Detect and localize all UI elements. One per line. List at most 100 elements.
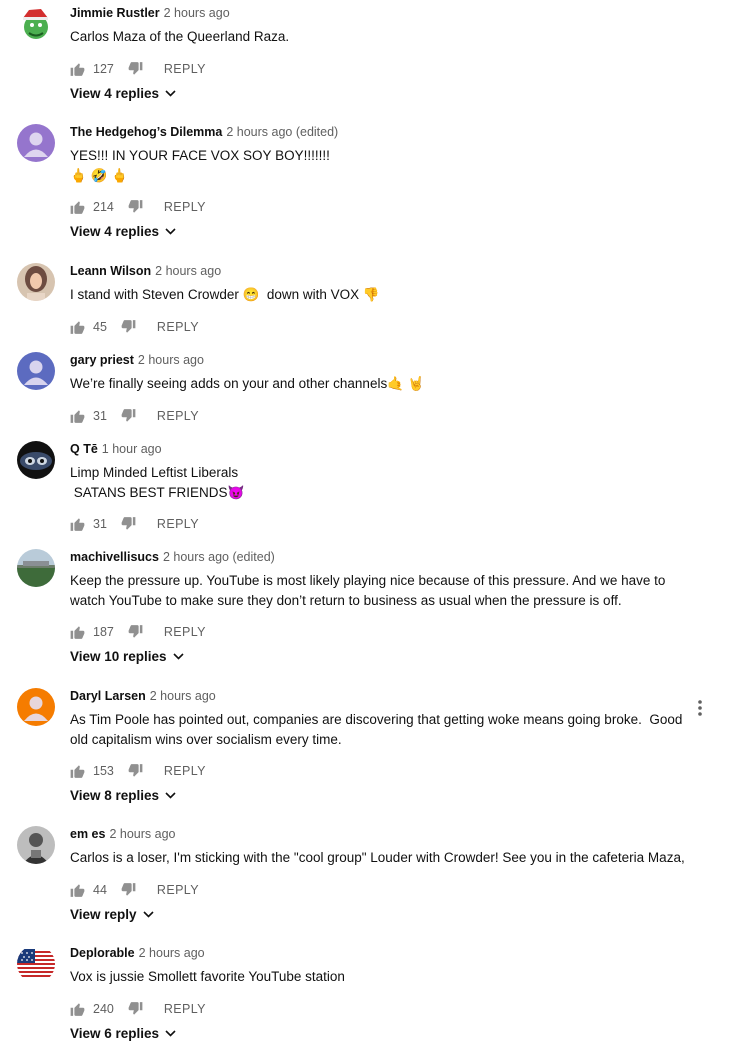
like-button[interactable] <box>70 200 85 214</box>
avatar[interactable] <box>17 263 55 301</box>
view-replies-label: View 4 replies <box>70 224 160 239</box>
thumbs-down-icon <box>121 319 136 334</box>
comment-text: Keep the pressure up. YouTube is most li… <box>70 571 696 610</box>
comment-text-line: watch YouTube to make sure they don’t re… <box>70 592 622 608</box>
like-button[interactable] <box>70 517 85 531</box>
reply-button[interactable]: REPLY <box>157 883 199 897</box>
comment-timestamp[interactable]: 2 hours ago <box>139 946 205 960</box>
chevron-down-icon <box>159 228 176 235</box>
like-count: 31 <box>93 517 107 531</box>
view-replies-label: View 4 replies <box>70 85 160 101</box>
like-button[interactable] <box>70 320 85 334</box>
comment-text-line: Vox is jussie Smollett favorite YouTube … <box>70 969 345 984</box>
comment-text: I stand with Steven Crowder 😁 down with … <box>70 285 696 305</box>
comment-text-line: 🖕 🤣 🖕 <box>70 167 128 183</box>
comment-header: Deplorable 2 hours ago <box>70 945 696 961</box>
dislike-button[interactable] <box>128 61 143 76</box>
comment-text-line: SATANS BEST FRIENDS😈 <box>70 484 245 500</box>
comment-header: Daryl Larsen 2 hours ago <box>70 688 696 704</box>
reply-button[interactable]: REPLY <box>164 200 206 214</box>
avatar[interactable] <box>17 441 55 479</box>
comment-content: Leann Wilson 2 hours ago I stand with Stev… <box>70 263 696 338</box>
dislike-button[interactable] <box>128 625 143 639</box>
more-actions-icon[interactable] <box>698 700 702 721</box>
avatar[interactable] <box>17 826 55 864</box>
avatar[interactable] <box>17 352 55 390</box>
view-replies-label: View 8 replies <box>70 788 160 803</box>
like-button[interactable] <box>70 764 85 778</box>
comment-timestamp[interactable]: 2 hours ago <box>150 689 216 703</box>
comment-timestamp[interactable]: 1 hour ago <box>102 442 162 456</box>
comment-header: Q Tē 1 hour ago <box>70 441 696 457</box>
comment-author[interactable]: em es <box>70 827 105 841</box>
thumbs-down-icon <box>128 200 143 214</box>
reply-button[interactable]: REPLY <box>157 409 199 423</box>
comment-author[interactable]: Leann Wilson <box>70 264 151 278</box>
comment-text: Limp Minded Leftist Liberals SATANS BEST… <box>70 463 696 502</box>
comment-header: Leann Wilson 2 hours ago <box>70 263 696 279</box>
reply-button[interactable]: REPLY <box>164 62 206 76</box>
thumbs-down-icon <box>128 625 143 639</box>
comment-content: machivellisucs 2 hours ago (edited) Keep t… <box>70 549 696 666</box>
dislike-button[interactable] <box>121 517 136 531</box>
comment-author[interactable]: Q Tē <box>70 442 98 456</box>
avatar[interactable] <box>17 124 55 162</box>
like-button[interactable] <box>70 625 85 639</box>
comment-content: Daryl Larsen 2 hours ago As Tim Poole has … <box>70 688 696 805</box>
reply-button[interactable]: REPLY <box>157 517 199 531</box>
thumbs-down-icon <box>128 61 143 76</box>
like-count: 153 <box>93 764 114 778</box>
comment-text: Carlos is a loser, I'm sticking with the… <box>70 848 696 868</box>
comment-action-bar: 240 REPLY <box>70 998 696 1020</box>
like-count: 214 <box>93 200 114 214</box>
like-button[interactable] <box>70 62 85 76</box>
view-replies-button[interactable]: View 4 replies <box>70 86 176 101</box>
dislike-button[interactable] <box>128 200 143 214</box>
comment-author[interactable]: Deplorable <box>70 946 135 960</box>
like-button[interactable] <box>70 409 85 423</box>
view-replies-button[interactable]: View 10 replies <box>70 649 184 664</box>
dislike-button[interactable] <box>121 882 136 897</box>
dislike-button[interactable] <box>121 319 136 334</box>
comment-author[interactable]: Daryl Larsen <box>70 689 146 703</box>
comment-action-bar: 153 REPLY <box>70 760 696 782</box>
comment-author[interactable]: gary priest <box>70 353 134 367</box>
comment-author[interactable]: machivellisucs <box>70 550 159 564</box>
view-replies-button[interactable]: View 4 replies <box>70 224 176 239</box>
thumbs-up-icon <box>70 62 85 76</box>
reply-button[interactable]: REPLY <box>164 764 206 778</box>
comment-timestamp[interactable]: 2 hours ago <box>109 827 175 841</box>
comment-text: We’re finally seeing adds on your and ot… <box>70 374 696 394</box>
comment-header: Jimmie Rustler 2 hours ago <box>70 5 696 21</box>
reply-button[interactable]: REPLY <box>164 625 206 639</box>
dislike-button[interactable] <box>121 408 136 423</box>
dislike-button[interactable] <box>128 1001 143 1016</box>
view-replies-button[interactable]: View reply <box>70 907 154 922</box>
comment-timestamp[interactable]: 2 hours ago <box>155 264 221 278</box>
reply-button[interactable]: REPLY <box>164 1002 206 1016</box>
view-replies-button[interactable]: View 8 replies <box>70 788 176 803</box>
avatar[interactable] <box>17 5 55 43</box>
comment-timestamp[interactable]: 2 hours ago <box>164 6 230 20</box>
like-count: 127 <box>93 61 114 76</box>
comment-text-line: We’re finally seeing adds on your and ot… <box>70 376 425 391</box>
like-button[interactable] <box>70 883 85 897</box>
comment-timestamp[interactable]: 2 hours ago (edited) <box>226 125 338 139</box>
avatar[interactable] <box>17 688 55 726</box>
comment-text-line: Limp Minded Leftist Liberals <box>70 465 239 480</box>
comment-timestamp[interactable]: 2 hours ago (edited) <box>163 550 275 564</box>
like-button[interactable] <box>70 1002 85 1016</box>
comment-header: gary priest 2 hours ago <box>70 352 696 368</box>
avatar[interactable] <box>17 549 55 587</box>
view-replies-label: View reply <box>70 906 137 922</box>
avatar[interactable] <box>17 945 55 983</box>
comment-author[interactable]: The Hedgehog’s Dilemma <box>70 125 222 139</box>
comment-header: em es 2 hours ago <box>70 826 696 842</box>
reply-button[interactable]: REPLY <box>157 320 199 334</box>
comment-timestamp[interactable]: 2 hours ago <box>138 353 204 367</box>
comment-action-bar: 31 REPLY <box>70 513 696 535</box>
chevron-down-icon <box>159 89 176 97</box>
view-replies-button[interactable]: View 6 replies <box>70 1026 176 1041</box>
dislike-button[interactable] <box>128 764 143 778</box>
comment-author[interactable]: Jimmie Rustler <box>70 6 160 20</box>
